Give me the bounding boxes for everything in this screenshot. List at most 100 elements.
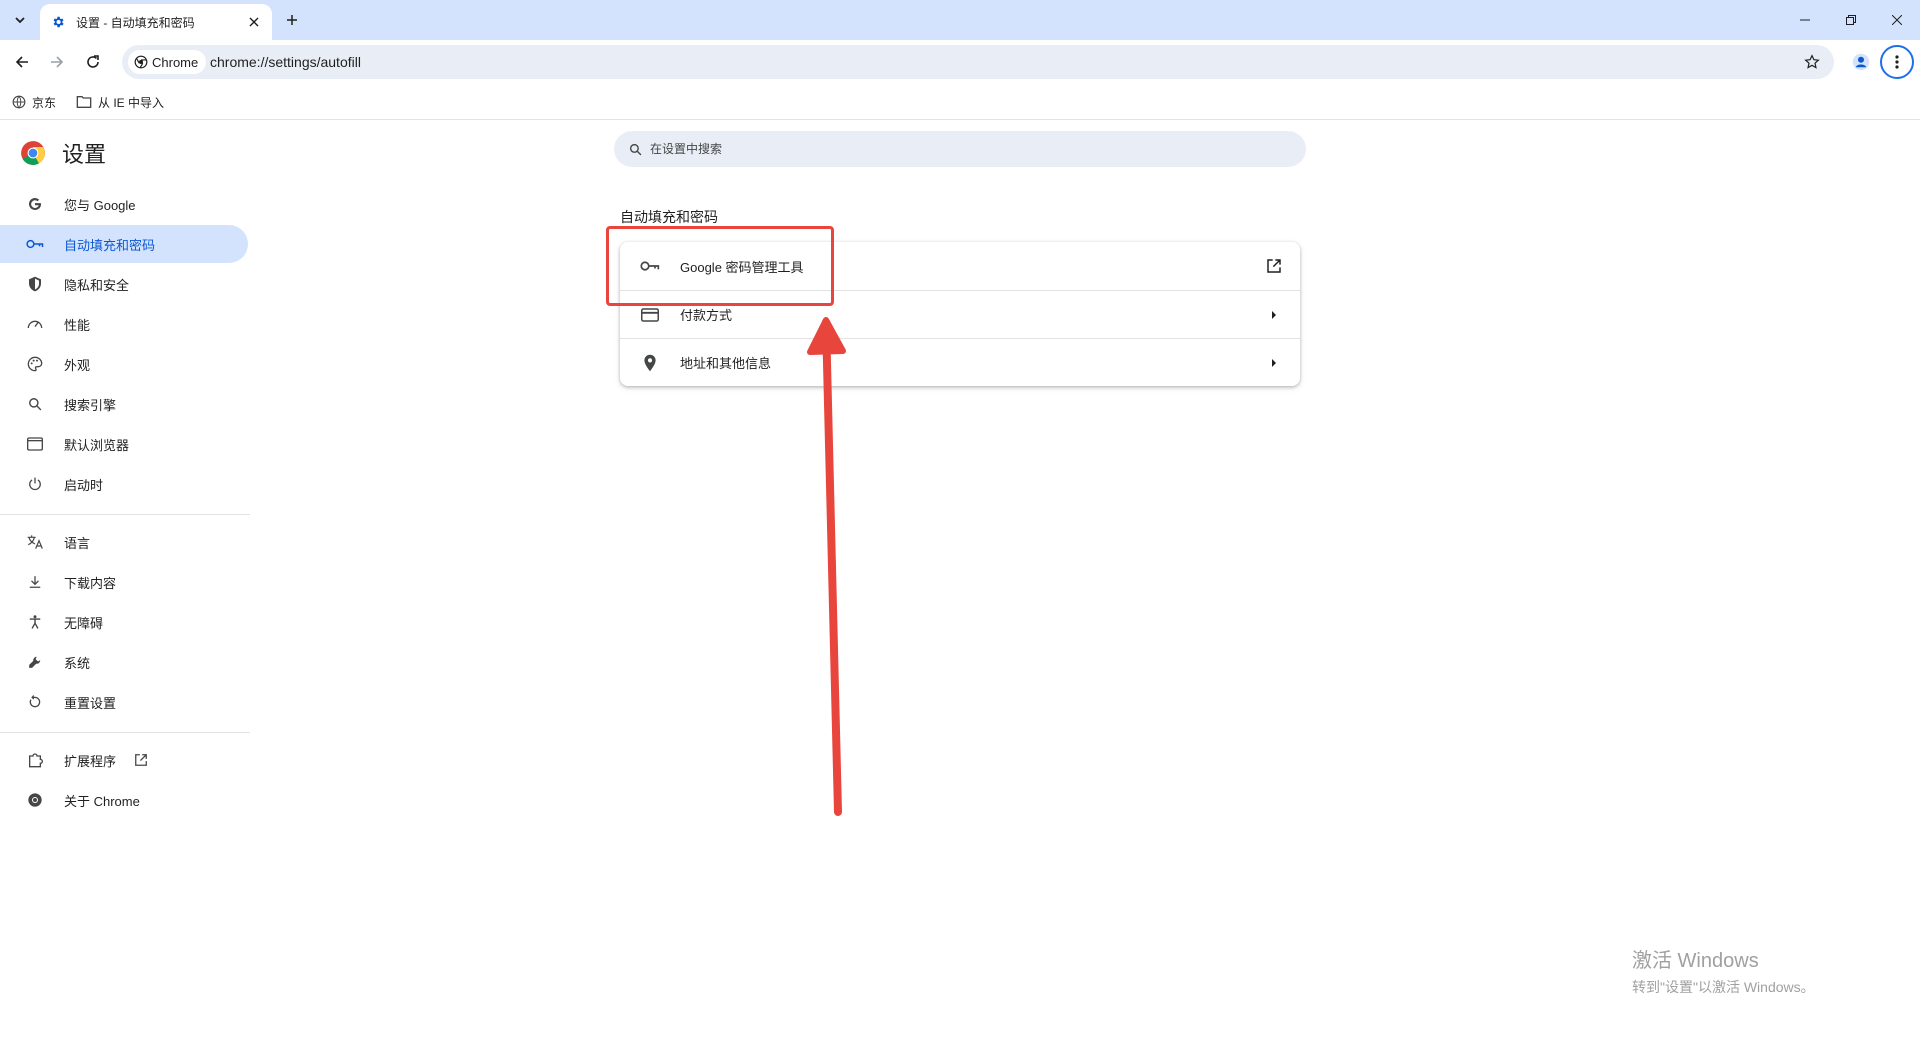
search-icon <box>626 140 644 158</box>
windows-activation-watermark: 激活 Windows 转到"设置"以激活 Windows。 <box>1632 944 1815 997</box>
minimize-button[interactable] <box>1782 0 1828 40</box>
sidebar-item-languages[interactable]: 语言 <box>0 523 248 561</box>
settings-header: 设置 <box>20 137 106 169</box>
close-window-button[interactable] <box>1874 0 1920 40</box>
back-button[interactable] <box>8 48 36 76</box>
annotation-highlight-box <box>606 226 834 306</box>
sidebar-item-privacy[interactable]: 隐私和安全 <box>0 265 248 303</box>
translate-icon <box>26 533 44 551</box>
wrench-icon <box>26 653 44 671</box>
sidebar-item-label: 默认浏览器 <box>64 437 130 453</box>
sidebar-item-label: 扩展程序 <box>64 753 117 769</box>
location-pin-icon <box>640 353 660 373</box>
folder-icon <box>76 95 92 109</box>
sidebar-item-downloads[interactable]: 下载内容 <box>0 563 248 601</box>
sidebar-item-label: 无障碍 <box>64 615 104 631</box>
sidebar-item-default-browser[interactable]: 默认浏览器 <box>0 425 248 463</box>
arrow-left-icon <box>15 56 28 68</box>
bookmark-star-button[interactable] <box>1802 52 1822 72</box>
restore-icon <box>1846 15 1856 25</box>
addresses-row[interactable]: 地址和其他信息 <box>620 338 1300 386</box>
browser-window-icon <box>26 435 44 453</box>
sidebar-item-performance[interactable]: 性能 <box>0 305 248 343</box>
settings-search[interactable] <box>614 131 1306 167</box>
sidebar-item-system[interactable]: 系统 <box>0 643 248 681</box>
arrow-right-icon <box>1264 353 1284 373</box>
sidebar-item-label: 系统 <box>64 655 91 671</box>
chevron-down-icon <box>15 17 25 24</box>
chrome-logo-icon <box>21 141 45 165</box>
chrome-menu-button[interactable] <box>1880 45 1914 79</box>
sidebar-item-label: 您与 Google <box>64 197 136 213</box>
sidebar-item-extensions[interactable]: 扩展程序 <box>0 741 248 779</box>
active-tab[interactable]: 设置 - 自动填充和密码 <box>40 4 272 40</box>
close-tab-icon[interactable] <box>246 14 262 30</box>
sidebar-item-about-chrome[interactable]: 关于 Chrome <box>0 781 248 819</box>
more-vert-icon <box>1895 55 1899 69</box>
chip-label: Chrome <box>152 54 199 70</box>
settings-title: 设置 <box>62 142 107 167</box>
sidebar-item-label: 重置设置 <box>64 695 117 711</box>
sidebar-item-label: 外观 <box>64 357 91 373</box>
tab-strip: 设置 - 自动填充和密码 <box>0 0 1920 40</box>
gear-icon <box>50 14 66 30</box>
sidebar-item-label: 下载内容 <box>64 575 117 591</box>
settings-sidebar: 设置 您与 Google 自动填充和密码 隐私和安全 性能 外观 搜索引擎 默认… <box>0 121 250 1040</box>
star-icon <box>1804 54 1820 69</box>
sidebar-item-reset[interactable]: 重置设置 <box>0 683 248 721</box>
accessibility-icon <box>26 613 44 631</box>
credit-card-icon <box>640 305 660 325</box>
speedometer-icon <box>26 315 44 333</box>
sidebar-item-appearance[interactable]: 外观 <box>0 345 248 383</box>
sidebar-item-on-startup[interactable]: 启动时 <box>0 465 248 503</box>
bookmark-label: 从 IE 中导入 <box>98 95 165 110</box>
chrome-icon <box>26 791 44 809</box>
sidebar-item-label: 自动填充和密码 <box>64 237 156 253</box>
url-text[interactable]: chrome://settings/autofill <box>210 54 361 70</box>
reload-icon <box>87 55 99 68</box>
sidebar-item-label: 搜索引擎 <box>64 397 117 413</box>
watermark-title: 激活 Windows <box>1632 950 1759 972</box>
bookmark-import-ie[interactable]: 从 IE 中导入 <box>76 92 164 112</box>
reload-button[interactable] <box>79 48 107 76</box>
google-g-icon <box>26 195 44 213</box>
site-info-chip[interactable]: Chrome <box>128 50 207 74</box>
row-label: 地址和其他信息 <box>680 356 772 371</box>
bookmark-jd[interactable]: 京东 <box>12 92 56 112</box>
open-in-new-icon <box>1264 256 1284 276</box>
palette-icon <box>26 355 44 373</box>
sidebar-item-search-engine[interactable]: 搜索引擎 <box>0 385 248 423</box>
sidebar-item-accessibility[interactable]: 无障碍 <box>0 603 248 641</box>
minimize-icon <box>1800 19 1810 21</box>
power-icon <box>26 475 44 493</box>
tab-title: 设置 - 自动填充和密码 <box>76 15 195 30</box>
new-tab-button[interactable] <box>282 10 302 30</box>
row-label: 付款方式 <box>680 308 733 323</box>
sidebar-divider <box>0 732 250 733</box>
section-title: 自动填充和密码 <box>620 209 718 225</box>
address-bar[interactable]: Chrome chrome://settings/autofill <box>122 45 1834 79</box>
profile-button[interactable] <box>1847 48 1875 76</box>
open-in-new-icon <box>134 753 148 767</box>
chrome-icon <box>134 55 148 69</box>
tab-search-button[interactable] <box>8 8 32 32</box>
search-input[interactable] <box>650 142 1270 156</box>
plus-icon <box>287 15 297 25</box>
key-icon <box>26 235 44 253</box>
reset-icon <box>26 693 44 711</box>
watermark-subtitle: 转到"设置"以激活 Windows。 <box>1632 979 1815 995</box>
search-icon <box>26 395 44 413</box>
forward-button[interactable] <box>43 48 71 76</box>
sidebar-item-autofill[interactable]: 自动填充和密码 <box>0 225 248 263</box>
arrow-right-icon <box>1264 305 1284 325</box>
toolbar: Chrome chrome://settings/autofill <box>0 40 1920 84</box>
sidebar-divider <box>0 514 250 515</box>
sidebar-item-label: 隐私和安全 <box>64 277 130 293</box>
globe-icon <box>12 95 26 109</box>
sidebar-item-you-and-google[interactable]: 您与 Google <box>0 185 248 223</box>
arrow-right-icon <box>51 56 64 68</box>
shield-icon <box>26 275 44 293</box>
sidebar-item-label: 启动时 <box>64 477 104 493</box>
puzzle-icon <box>26 751 44 769</box>
restore-button[interactable] <box>1828 0 1874 40</box>
